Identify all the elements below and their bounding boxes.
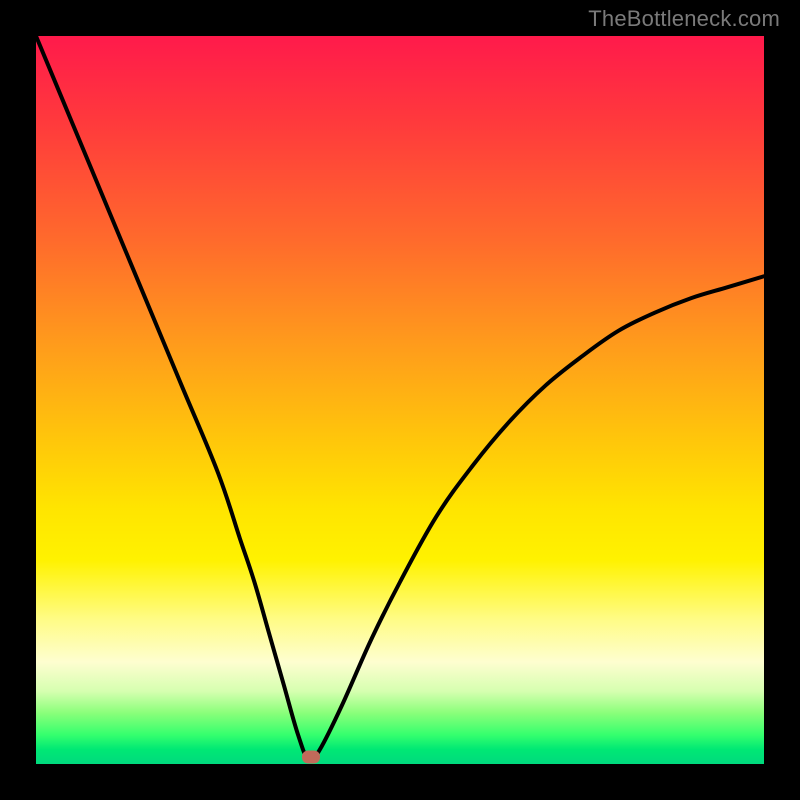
curve-layer (36, 36, 764, 764)
chart-frame: TheBottleneck.com (0, 0, 800, 800)
plot-area (36, 36, 764, 764)
bottleneck-marker (302, 751, 320, 764)
watermark-text: TheBottleneck.com (588, 6, 780, 32)
bottleneck-curve (36, 36, 764, 761)
